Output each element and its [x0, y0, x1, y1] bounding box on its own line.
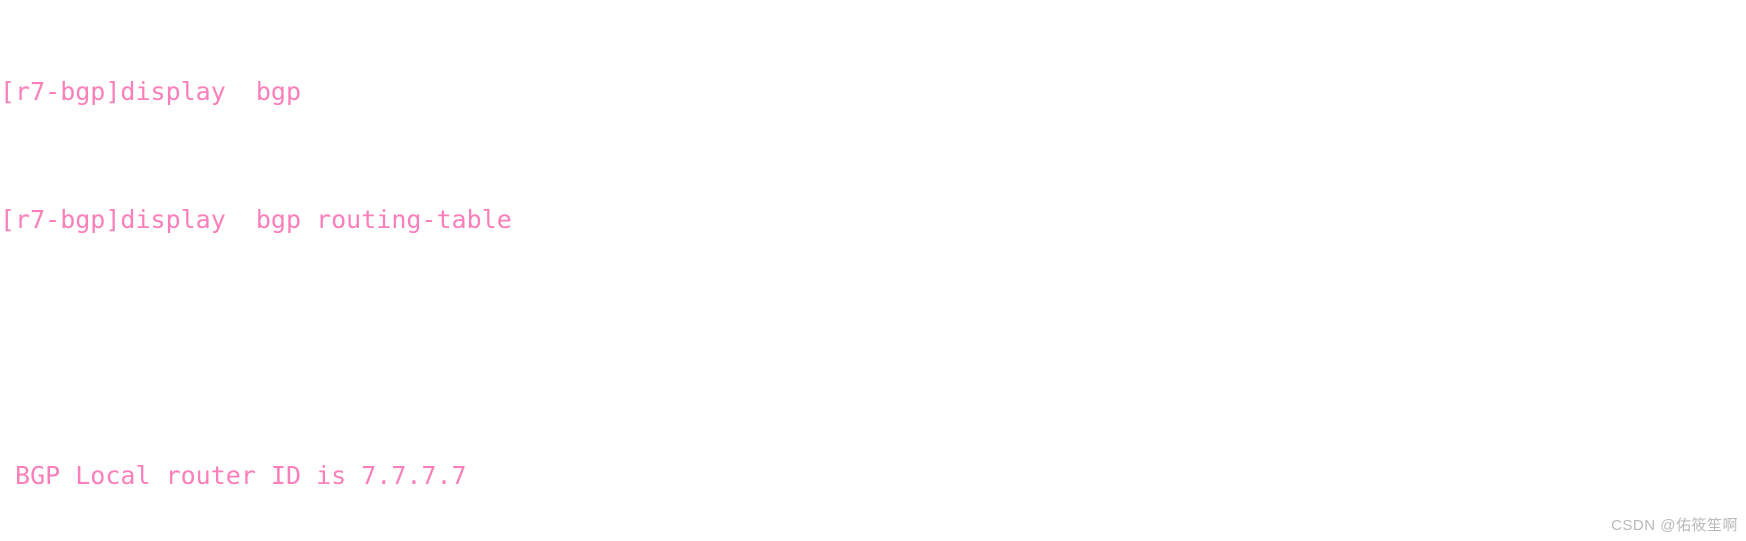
csdn-watermark: CSDN @佑筱笙啊: [1611, 517, 1738, 534]
terminal-output: [r7-bgp]display bgp [r7-bgp]display bgp …: [0, 0, 1746, 541]
prompt-history-line: [r7-bgp]display bgp: [0, 77, 302, 106]
terminal-window[interactable]: [r7-bgp]display bgp [r7-bgp]display bgp …: [0, 0, 1746, 541]
router-id-line: BGP Local router ID is 7.7.7.7: [0, 461, 467, 490]
command-line: [r7-bgp]display bgp routing-table: [0, 205, 512, 234]
